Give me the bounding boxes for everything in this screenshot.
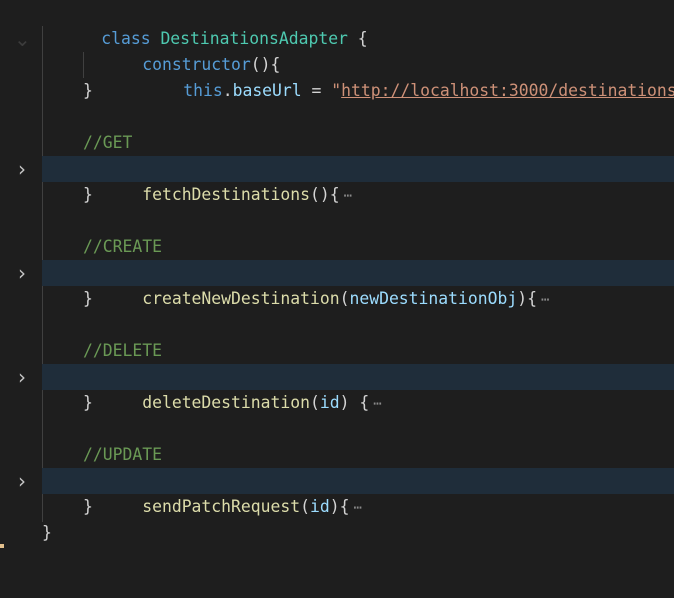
code-line: class DestinationsAdapter { <box>0 0 674 48</box>
method-close-brace: } <box>83 185 93 204</box>
folded-method-line[interactable]: › sendPatchRequest(id){⋯ <box>0 468 674 516</box>
folded-method-line[interactable]: › createNewDestination(newDestinationObj… <box>0 260 674 308</box>
chevron-right-icon[interactable]: › <box>14 260 30 286</box>
code-line: //UPDATE <box>0 442 674 468</box>
comment-delete: //DELETE <box>83 341 162 360</box>
chevron-right-icon[interactable]: › <box>14 364 30 390</box>
chevron-right-icon[interactable]: › <box>14 156 30 182</box>
code-editor[interactable]: class DestinationsAdapter { ⌄ constructo… <box>0 0 674 548</box>
constructor-close-brace: } <box>83 81 93 100</box>
method-close-brace: } <box>83 497 93 516</box>
class-close-brace: } <box>42 523 52 542</box>
code-line: } <box>0 494 674 520</box>
code-line: this.baseUrl = "http://localhost:3000/de… <box>0 52 674 100</box>
method-close-brace: } <box>83 289 93 308</box>
code-line: } <box>0 390 674 416</box>
git-change-marker <box>0 544 4 548</box>
code-line: //DELETE <box>0 338 674 364</box>
method-close-brace: } <box>83 393 93 412</box>
code-line: //GET <box>0 130 674 156</box>
code-line: } <box>0 78 674 104</box>
folded-method-line[interactable]: › deleteDestination(id) {⋯ <box>0 364 674 412</box>
comment-update: //UPDATE <box>83 445 162 464</box>
code-line: } <box>0 182 674 208</box>
code-line: } <box>0 286 674 312</box>
chevron-right-icon[interactable]: › <box>14 468 30 494</box>
comment-create: //CREATE <box>83 237 162 256</box>
code-line: //CREATE <box>0 234 674 260</box>
code-line: ⌄ constructor(){ <box>0 26 674 74</box>
chevron-down-icon[interactable]: ⌄ <box>14 26 31 52</box>
comment-get: //GET <box>83 133 133 152</box>
folded-method-line[interactable]: › fetchDestinations(){⋯ <box>0 156 674 204</box>
code-line: } <box>0 520 674 546</box>
